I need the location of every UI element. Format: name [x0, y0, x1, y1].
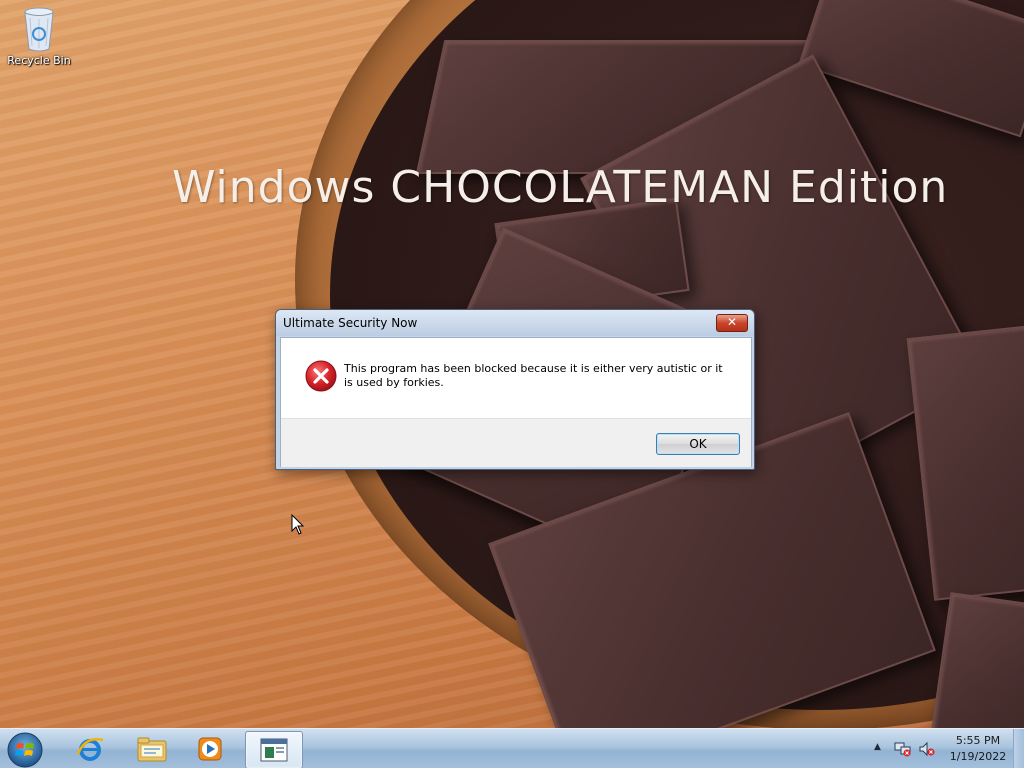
start-button[interactable]: [5, 731, 45, 768]
internet-explorer-icon: [76, 738, 104, 761]
running-app-window-icon: [260, 738, 288, 762]
dialog-message: This program has been blocked because it…: [344, 362, 723, 389]
clock-time: 5:55 PM: [955, 734, 1001, 747]
ok-button[interactable]: OK: [656, 433, 740, 455]
dialog-title: Ultimate Security Now: [283, 316, 418, 330]
wallpaper-title: Windows CHOCOLATEMAN Edition: [172, 162, 949, 213]
system-tray: ▲ 5:55 PM 1/19/2022: [864, 729, 1024, 768]
error-dialog: Ultimate Security Now ✕ This program has…: [275, 309, 755, 470]
windows-orb-icon: [7, 732, 43, 768]
recycle-bin-icon: [24, 7, 54, 52]
show-desktop-button[interactable]: [1013, 729, 1024, 768]
taskbar: ▲ 5:55 PM 1/19/2022: [0, 728, 1024, 768]
show-hidden-icons-button[interactable]: ▲: [874, 742, 881, 752]
desktop: Windows CHOCOLATEMAN Edition Recycle Bin…: [0, 0, 1024, 768]
clock[interactable]: 5:55 PM 1/19/2022: [942, 733, 1014, 765]
volume-muted-icon[interactable]: [918, 741, 936, 757]
dialog-footer: OK: [281, 418, 751, 467]
close-icon: ✕: [726, 315, 738, 329]
clock-date: 1/19/2022: [949, 750, 1007, 763]
recycle-bin-shortcut[interactable]: Recycle Bin: [6, 6, 72, 67]
taskbar-internet-explorer[interactable]: [62, 731, 118, 767]
media-player-icon: [198, 737, 222, 761]
dialog-body: This program has been blocked because it…: [280, 337, 752, 467]
close-button[interactable]: ✕: [716, 314, 748, 332]
dialog-titlebar[interactable]: Ultimate Security Now ✕: [276, 310, 754, 336]
taskbar-running-app[interactable]: [245, 731, 303, 768]
file-explorer-icon: [137, 737, 167, 762]
recycle-bin-label: Recycle Bin: [7, 54, 71, 67]
taskbar-file-explorer[interactable]: [124, 731, 180, 767]
dialog-content: This program has been blocked because it…: [281, 338, 751, 418]
error-icon: [305, 360, 337, 392]
network-icon[interactable]: [894, 741, 912, 757]
taskbar-media-player[interactable]: [182, 731, 238, 767]
mouse-pointer-icon: [291, 514, 305, 535]
